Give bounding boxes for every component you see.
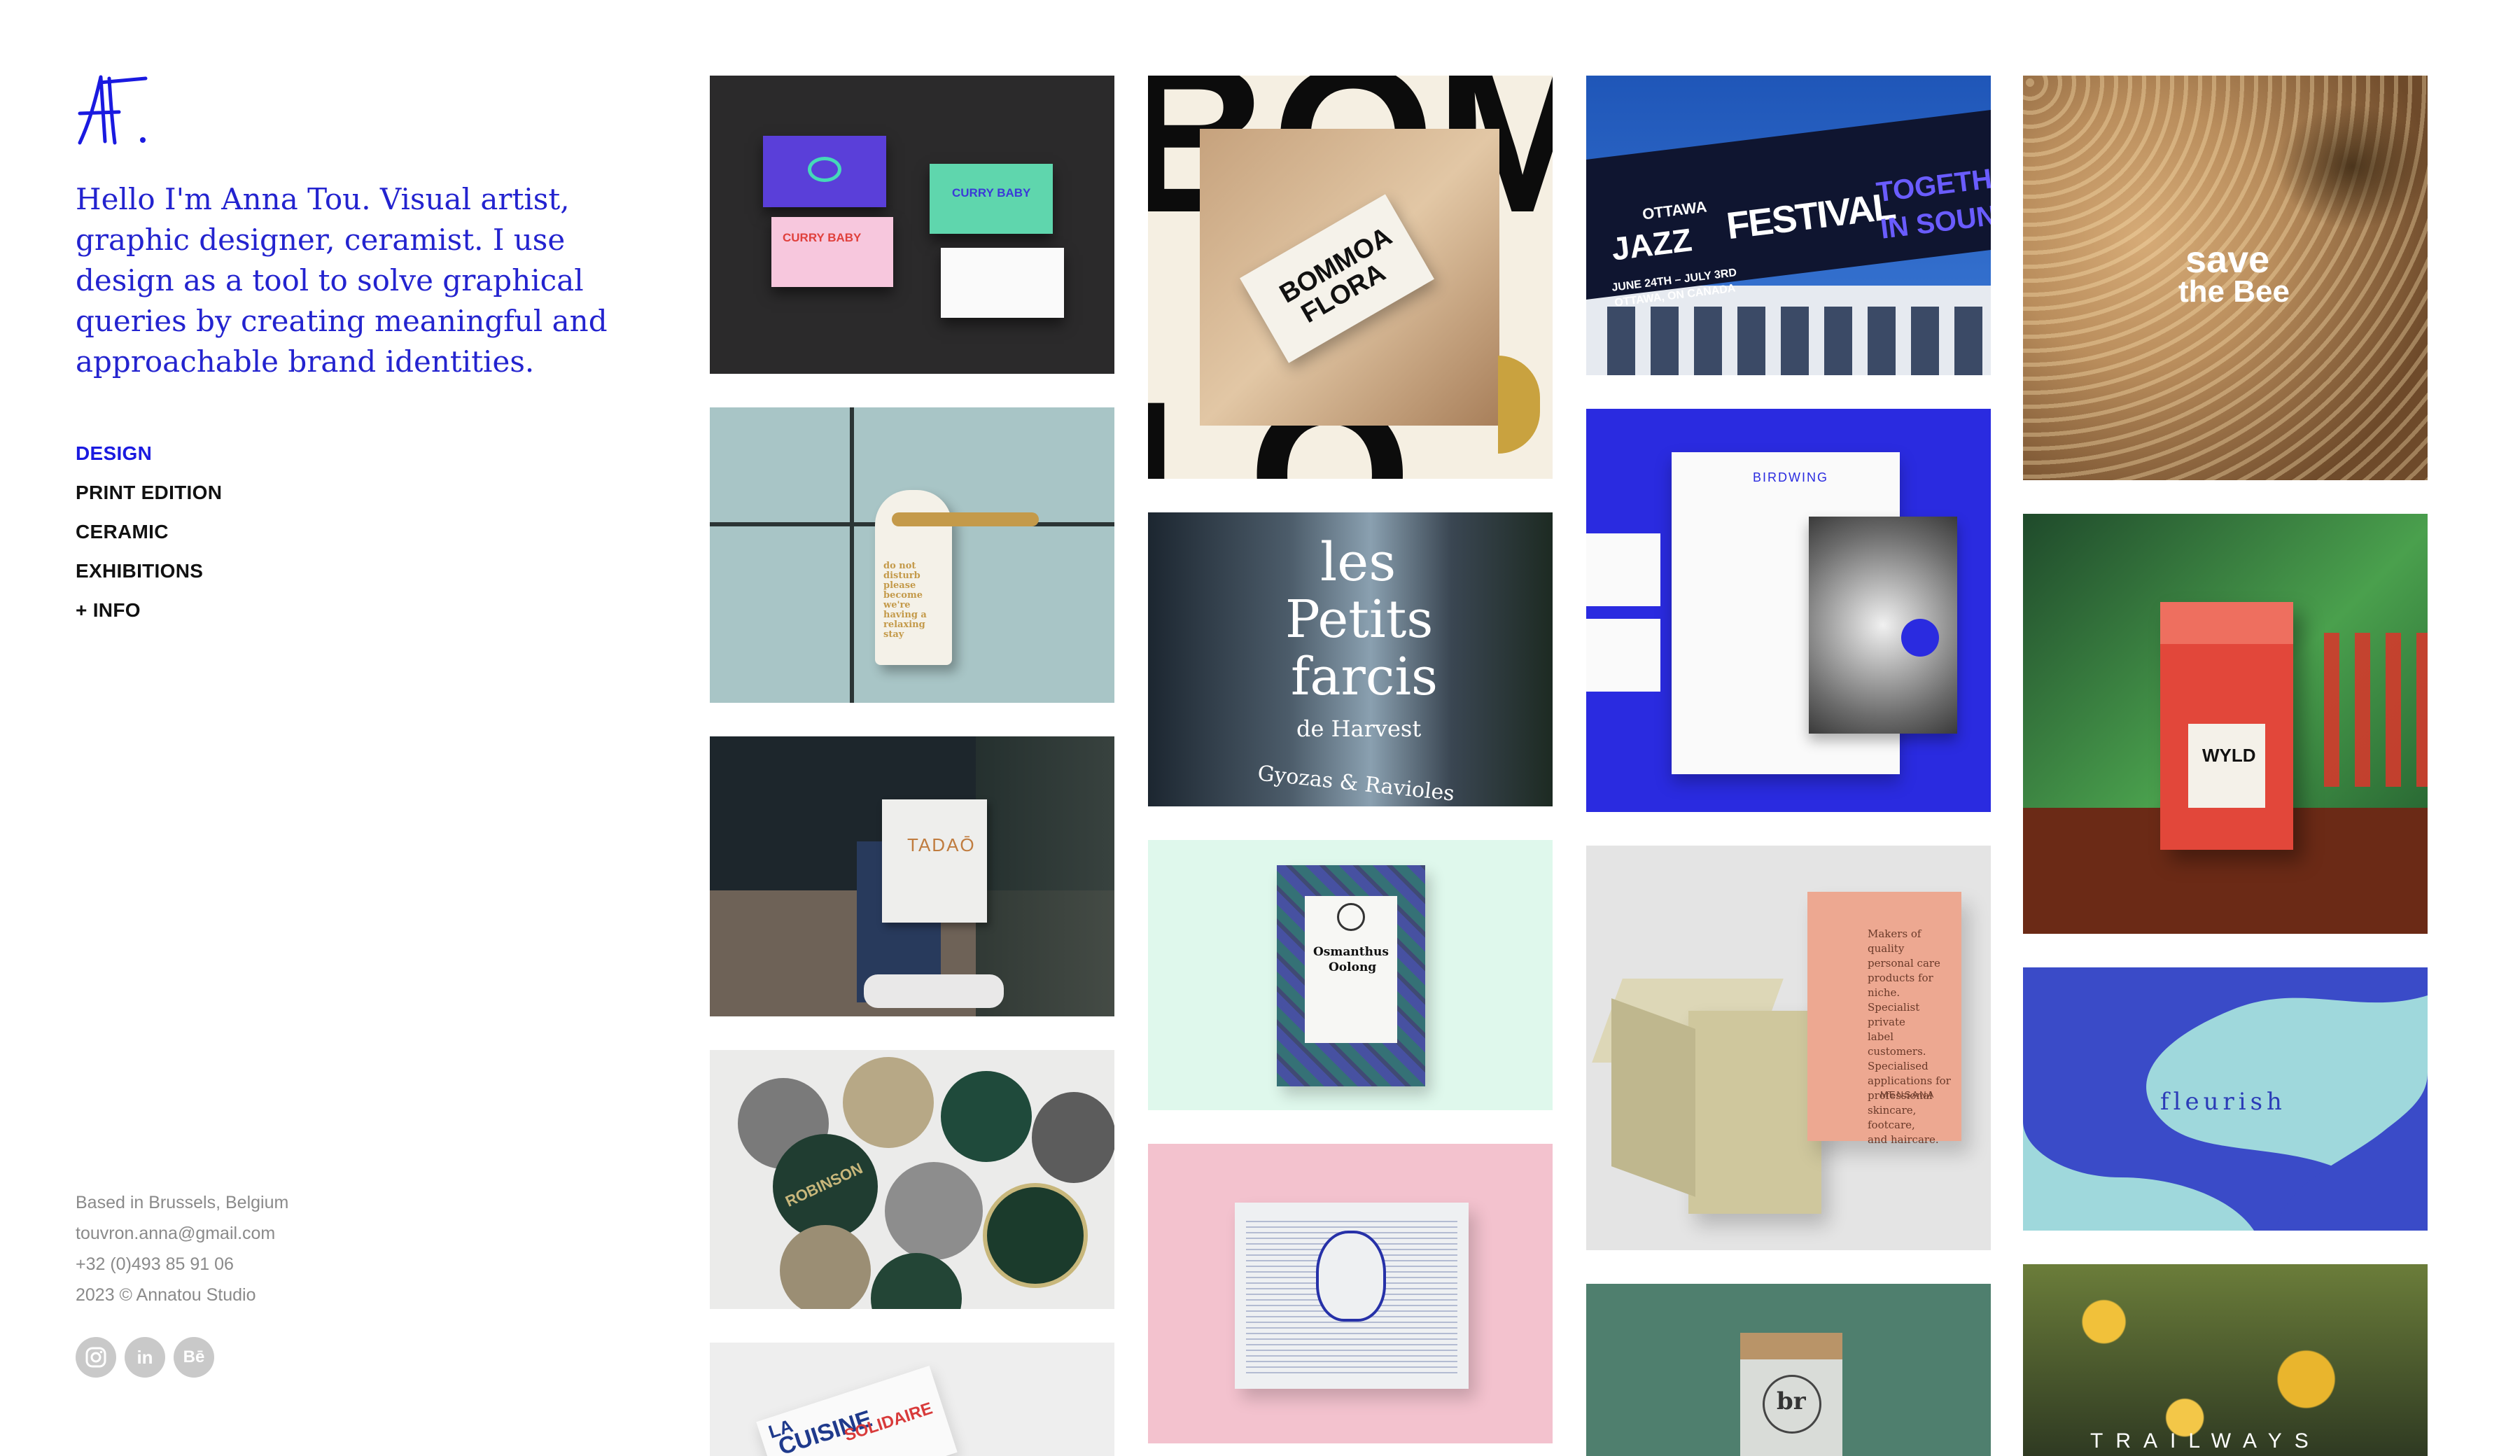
project-la-cuisine[interactable]: LA CUISINE SOLIDAIRE <box>710 1343 1114 1456</box>
coaster-green-4 <box>871 1253 962 1309</box>
coaster-gold-1 <box>843 1057 934 1148</box>
instagram-icon[interactable] <box>76 1337 116 1378</box>
project-ottawa-jazz[interactable]: OTTAWA JAZZ FESTIVAL TOGETHER IN SOUND J… <box>1586 76 1991 375</box>
mensana-brand: MENSANA <box>1880 1089 1935 1100</box>
petits-line3: farcis <box>1291 647 1438 707</box>
sidebar: Hello I'm Anna Tou. Visual artist, graph… <box>76 73 608 1389</box>
project-wyld[interactable]: WYLD <box>2023 514 2428 934</box>
osmanthus-line1: Osmanthus <box>1313 945 1389 959</box>
mensana-text-line: Specialised <box>1868 1060 1928 1072</box>
trailways-label: TRAILWAYS <box>2090 1429 2321 1452</box>
card-white <box>941 248 1064 318</box>
mensana-text-line: label customers. <box>1868 1030 1926 1058</box>
osmanthus-line2: Oolong <box>1329 960 1377 974</box>
gold-arc <box>1498 356 1540 454</box>
petits-line1: les <box>1320 531 1396 593</box>
copyright-text: 2023 © Annatou Studio <box>76 1285 256 1305</box>
box-cream-front <box>1688 1011 1821 1214</box>
social-links: in Bē <box>76 1337 214 1378</box>
project-br[interactable]: br <box>1586 1284 1991 1456</box>
mensana-text-line: Makers of quality <box>1868 927 1921 955</box>
phone-text: +32 (0)493 85 91 06 <box>76 1254 234 1274</box>
petits-line2: Petits <box>1285 589 1434 650</box>
project-bomona-flora[interactable]: BOM LO BOMMOA FLORA <box>1148 76 1553 479</box>
door-handle <box>892 512 1039 526</box>
project-tadao[interactable]: TADAŌ <box>710 736 1114 1016</box>
coffee-bag-top <box>2160 602 2293 644</box>
location-text: Based in Brussels, Belgium <box>76 1193 289 1212</box>
eye-icon <box>808 157 841 182</box>
br-label: br <box>1777 1387 1806 1415</box>
building-windows <box>1607 307 1985 375</box>
butterfly-photo <box>1809 517 1957 734</box>
project-door-hanger[interactable]: do not disturb please become we're havin… <box>710 407 1114 703</box>
project-osmanthus-oolong[interactable]: Osmanthus Oolong <box>1148 840 1553 1110</box>
coaster-green-1 <box>941 1071 1032 1162</box>
project-save-the-bee[interactable]: save the Bee <box>2023 76 2428 480</box>
curry-baby-label: CURRY BABY <box>783 231 862 244</box>
coaster-photo-3 <box>885 1162 983 1260</box>
project-fleurish[interactable]: fleurish <box>2023 967 2428 1231</box>
project-mensana[interactable]: Makers of quality personal care products f… <box>1586 846 1991 1250</box>
linkedin-icon[interactable]: in <box>125 1337 165 1378</box>
main-nav: DESIGN PRINT EDITION CERAMIC EXHIBITIONS… <box>76 434 222 630</box>
door-panel-line-v <box>850 407 854 703</box>
petits-line4: de Harvest <box>1296 715 1422 742</box>
fleurish-label: fleurish <box>2160 1088 2286 1116</box>
behance-icon[interactable]: Bē <box>174 1337 214 1378</box>
contact-info: Based in Brussels, Belgium touvron.anna@… <box>76 1187 288 1310</box>
project-pink-newspaper[interactable] <box>1148 1144 1553 1443</box>
nav-info[interactable]: + INFO <box>76 591 222 630</box>
small-card-1 <box>1586 533 1660 606</box>
mensana-text-line: and haircare. <box>1868 1133 1939 1146</box>
birdwing-title: BIRDWING <box>1753 470 1828 484</box>
save-line2: the Bee <box>2178 274 2290 309</box>
bees-cluster <box>2275 104 2428 230</box>
card-pink <box>771 217 893 287</box>
blue-dot <box>1901 619 1939 657</box>
meadow <box>2023 1264 2428 1456</box>
project-robinson[interactable]: ROBINSON <box>710 1050 1114 1309</box>
wyld-label: WYLD <box>2202 745 2256 766</box>
coaster-green-3 <box>983 1183 1088 1288</box>
portrait-drawing <box>1316 1231 1386 1322</box>
tin-lid <box>1740 1333 1842 1361</box>
mensana-text-line: personal care <box>1868 957 1940 969</box>
project-les-petits-farcis[interactable]: les Petits farcis de Harvest Gyozas & Ra… <box>1148 512 1553 806</box>
intro-text: Hello I'm Anna Tou. Visual artist, graph… <box>76 182 608 379</box>
pack-seal <box>1337 903 1365 931</box>
box-cream-side <box>1611 998 1695 1197</box>
mensana-text: Makers of quality personal care products f… <box>1868 927 1954 1147</box>
curry-baby-label-alt: CURRY BABY <box>952 186 1031 200</box>
mensana-text-line: products for niche. <box>1868 972 1933 999</box>
tadao-label: TADAŌ <box>907 834 976 855</box>
coaster-photo-4 <box>780 1225 871 1309</box>
mensana-text-line: skincare, footcare, <box>1868 1104 1917 1131</box>
red-stripes <box>2324 633 2428 787</box>
nav-print-edition[interactable]: PRINT EDITION <box>76 473 222 512</box>
nav-ceramic[interactable]: CERAMIC <box>76 512 222 552</box>
mensana-text-line: applications for <box>1868 1074 1951 1087</box>
small-card-2 <box>1586 619 1660 692</box>
paper-bag <box>882 799 987 923</box>
mensana-text-line: Specialist private <box>1868 1001 1920 1028</box>
nav-exhibitions[interactable]: EXHIBITIONS <box>76 552 222 591</box>
project-trailways[interactable]: TRAILWAYS <box>2023 1264 2428 1456</box>
coaster-photo-2 <box>1032 1092 1114 1183</box>
project-curry-baby[interactable]: CURRY BABY CURRY BABY <box>710 76 1114 374</box>
sneakers <box>864 974 1004 1008</box>
anna-tou-logo[interactable] <box>76 73 153 150</box>
project-birdwing[interactable]: BIRDWING <box>1586 409 1991 812</box>
nav-design[interactable]: DESIGN <box>76 434 222 473</box>
pavement-shade <box>976 736 1114 1016</box>
hanger-text: do not disturb please become we're havin… <box>883 561 927 640</box>
email-link[interactable]: touvron.anna@gmail.com <box>76 1218 288 1249</box>
